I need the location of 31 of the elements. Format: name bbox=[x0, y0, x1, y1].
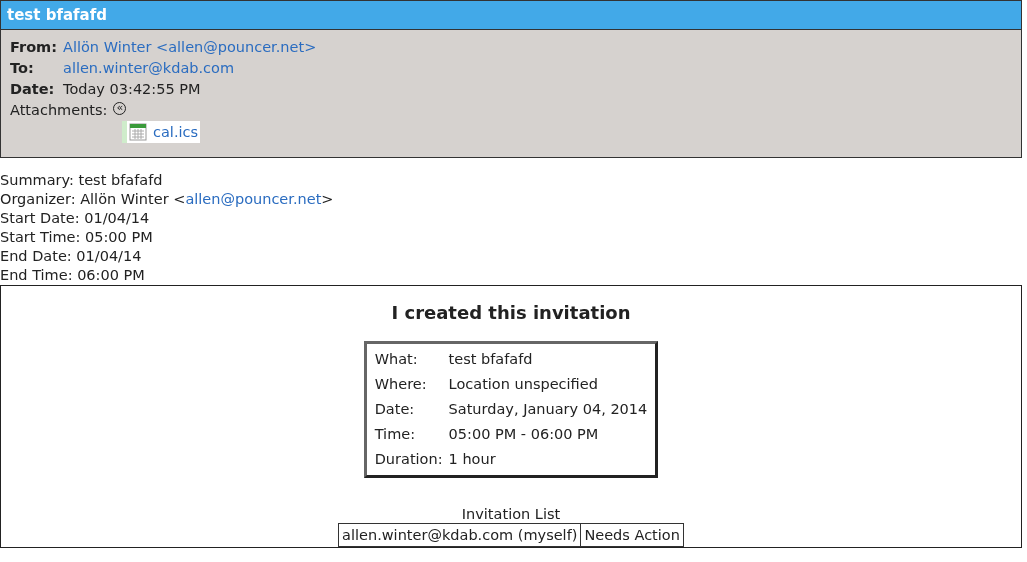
field-label: To: bbox=[10, 59, 35, 78]
row-value: Location unspecified bbox=[447, 375, 599, 394]
address-link[interactable]: allen.winter@kdab.com bbox=[63, 58, 235, 79]
field-label: Date: bbox=[10, 80, 56, 99]
row-label: Duration: bbox=[373, 450, 444, 469]
detail-line: Start Date: 01/04/14 bbox=[0, 209, 151, 228]
attachment-item[interactable]: cal.ics bbox=[122, 121, 201, 143]
detail-line: End Date: 01/04/14 bbox=[0, 247, 143, 266]
row-value: test bfafafd bbox=[447, 350, 534, 369]
address-link[interactable]: Allön Winter <allen@pouncer.net> bbox=[63, 37, 317, 58]
calendar-file-icon bbox=[129, 123, 147, 141]
attendee-status: Needs Action bbox=[580, 523, 684, 547]
email-link[interactable]: allen@pouncer.net bbox=[185, 191, 322, 207]
row-value: Saturday, January 04, 2014 bbox=[447, 400, 649, 419]
detail-line: End Time: 06:00 PM bbox=[0, 266, 146, 285]
row-label: Time: bbox=[373, 425, 417, 444]
field-value: Today 03:42:55 PM bbox=[63, 80, 201, 99]
detail-line: Start Time: 05:00 PM bbox=[0, 228, 154, 247]
row-label: Date: bbox=[373, 400, 416, 419]
row-value: 05:00 PM - 06:00 PM bbox=[447, 425, 600, 444]
invitation-list-title: Invitation List bbox=[461, 505, 561, 523]
attachments-label: Attachments: bbox=[10, 101, 108, 120]
row-label: Where: bbox=[373, 375, 428, 394]
organizer-line: Organizer: Allön Winter <allen@pouncer.net> bbox=[0, 190, 335, 209]
summary-line: Summary: test bfafafd bbox=[0, 171, 164, 190]
field-label: From: bbox=[10, 38, 58, 57]
attendee-email: allen.winter@kdab.com (myself) bbox=[338, 523, 581, 547]
row-label: What: bbox=[373, 350, 419, 369]
invitation-title: I created this invitation bbox=[391, 302, 631, 323]
message-title-bar: test bfafafd bbox=[1, 1, 1021, 30]
row-value: 1 hour bbox=[447, 450, 497, 469]
